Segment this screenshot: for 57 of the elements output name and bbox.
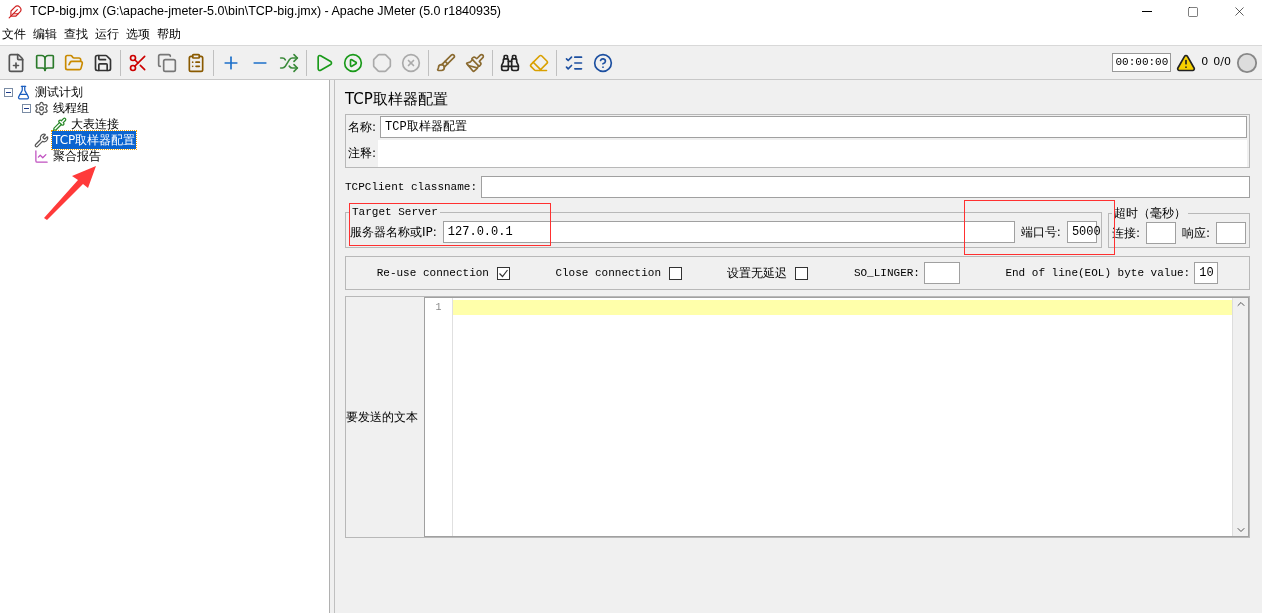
- warning-icon[interactable]: [1176, 52, 1197, 73]
- port-label: 端口号:: [1020, 223, 1061, 241]
- checkbox[interactable]: [669, 266, 682, 280]
- minimize-icon: [1142, 11, 1152, 12]
- checkbox[interactable]: [795, 266, 809, 280]
- pipette-icon: [52, 116, 67, 132]
- elapsed-time: 00:00:00: [1112, 53, 1172, 72]
- option-label: Re-use connection: [376, 265, 489, 281]
- scrollbar[interactable]: [1232, 298, 1248, 536]
- name-label: 名称:: [348, 119, 377, 136]
- connect-timeout-field[interactable]: [1145, 222, 1176, 244]
- collapse-toggle[interactable]: [4, 87, 13, 97]
- classname-field[interactable]: [481, 176, 1250, 198]
- group-title: Target Server: [351, 205, 439, 220]
- menu-item[interactable]: 选项: [126, 25, 150, 43]
- flask-icon: [16, 84, 31, 100]
- option-label: Close connection: [555, 265, 661, 281]
- option-field[interactable]: [923, 262, 960, 284]
- tree-item[interactable]: 测试计划: [34, 83, 84, 101]
- menu-item[interactable]: 查找: [64, 25, 88, 43]
- text-editor[interactable]: 1: [424, 297, 1249, 537]
- line-number: 1: [435, 301, 442, 315]
- chart-icon: [34, 148, 49, 164]
- tree-item[interactable]: 线程组: [52, 99, 90, 117]
- maximize-icon: [1187, 5, 1199, 18]
- option-field[interactable]: 10: [1194, 262, 1219, 284]
- menu-item[interactable]: 运行: [95, 25, 119, 43]
- collapse-toggle[interactable]: [22, 103, 31, 113]
- name-field[interactable]: TCP取样器配置: [380, 116, 1247, 138]
- checkbox[interactable]: [496, 266, 510, 280]
- group-title: 超时（毫秒）: [1112, 205, 1187, 222]
- feather-icon: [8, 4, 22, 19]
- wrench-icon: [34, 132, 49, 148]
- response-label: 响应:: [1181, 225, 1210, 242]
- status-icon: [1236, 51, 1258, 74]
- host-field[interactable]: 127.0.0.1: [442, 220, 1015, 243]
- host-label: 服务器名称或IP:: [350, 223, 437, 241]
- menu-item[interactable]: 文件: [2, 25, 26, 43]
- tree-item[interactable]: TCP取样器配置: [52, 131, 137, 149]
- tree-item[interactable]: 大表连接: [70, 115, 120, 133]
- option-label: 设置无延迟: [727, 265, 788, 282]
- classname-label: TCPClient classname:: [345, 179, 478, 195]
- comment-label: 注释:: [348, 145, 377, 162]
- gear-icon: [34, 100, 49, 116]
- window-title: TCP-big.jmx (G:\apache-jmeter-5.0\bin\TCP-big.jmx) - Apache JMeter (5.0 r1840935): [30, 3, 502, 21]
- response-timeout-field[interactable]: [1216, 222, 1246, 244]
- arrow-annotation: [42, 164, 98, 220]
- option-label: SO_LINGER:: [853, 265, 920, 281]
- thread-count: 0/0: [1213, 54, 1231, 71]
- text-label: 要发送的文本: [346, 409, 418, 426]
- menu-item[interactable]: 编辑: [33, 25, 57, 43]
- option-label: End of line(EOL) byte value:: [1005, 265, 1191, 281]
- comment-field[interactable]: [378, 139, 1247, 167]
- menu-item[interactable]: 帮助: [157, 25, 181, 43]
- panel-title: TCP取样器配置: [345, 89, 449, 110]
- error-count: 0: [1201, 54, 1209, 71]
- tree-item[interactable]: 聚合报告: [52, 147, 102, 165]
